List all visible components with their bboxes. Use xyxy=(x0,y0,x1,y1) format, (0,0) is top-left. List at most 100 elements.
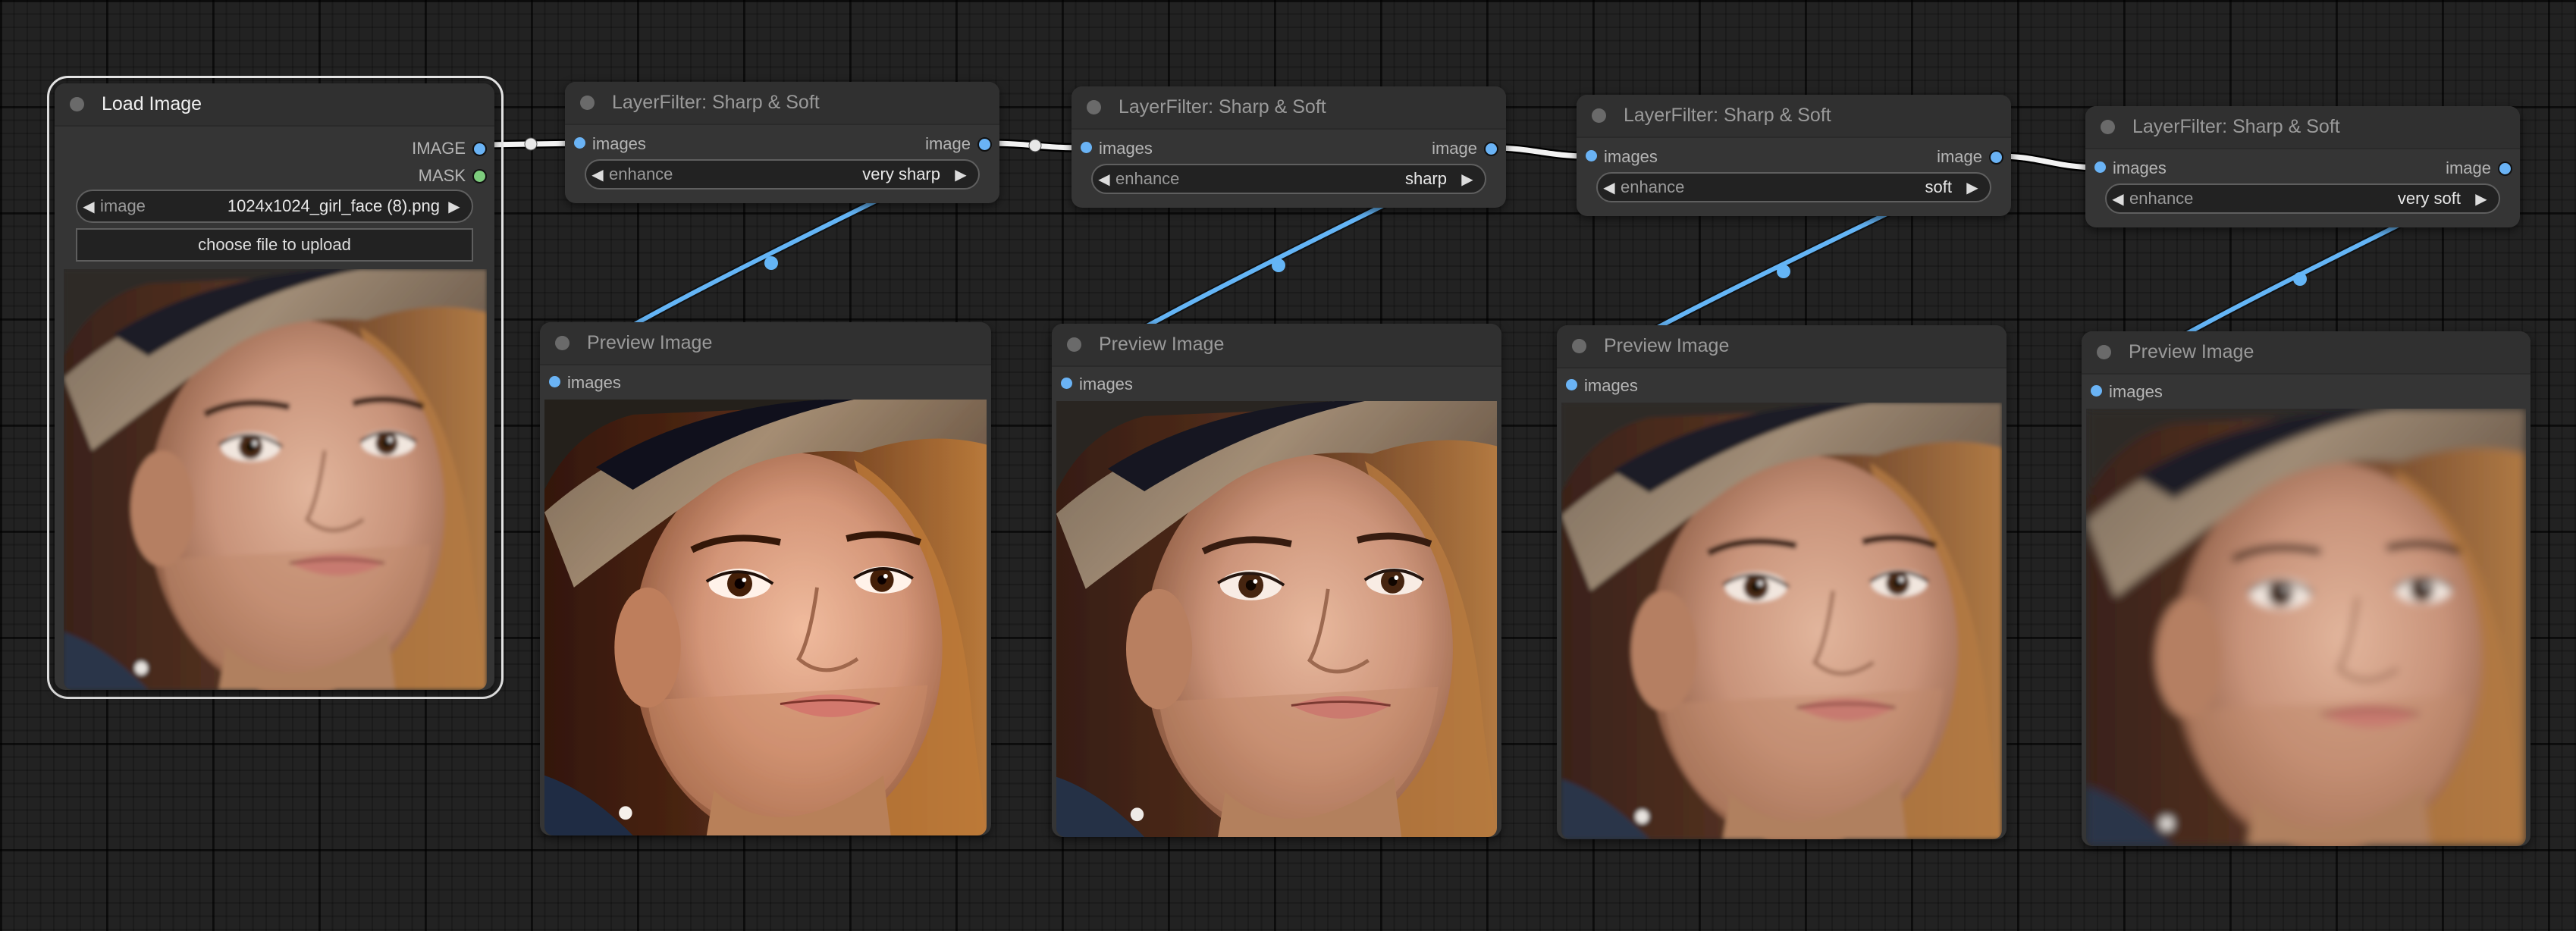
output-slot-image[interactable]: IMAGE xyxy=(55,136,494,161)
arrow-left-icon[interactable]: ◀ xyxy=(586,165,609,184)
enhance-combo[interactable]: ◀ enhance sharp ▶ xyxy=(1091,164,1486,194)
slot-row: images image xyxy=(1072,136,1506,161)
combo-value: soft xyxy=(1925,177,1952,196)
output-slot-mask[interactable]: MASK xyxy=(55,163,494,189)
collapse-dot-icon[interactable] xyxy=(555,336,569,350)
image-preview xyxy=(1056,401,1497,837)
image-preview xyxy=(1561,403,2002,839)
images-input-dot[interactable] xyxy=(1081,142,1092,153)
link-midpoint[interactable] xyxy=(1028,139,1042,152)
choose-file-button[interactable]: choose file to upload xyxy=(76,228,473,262)
image-output-dot[interactable] xyxy=(472,141,487,156)
enhance-combo[interactable]: ◀ enhance very soft ▶ xyxy=(2105,183,2500,214)
layer-filter-node-2[interactable]: LayerFilter: Sharp & Soft images image ◀… xyxy=(1072,86,1506,208)
image-preview xyxy=(64,269,487,690)
image-output-dot[interactable] xyxy=(2498,161,2512,176)
collapse-dot-icon[interactable] xyxy=(580,96,595,110)
images-input-dot[interactable] xyxy=(574,137,585,149)
slot-row: images image xyxy=(2085,155,2520,181)
images-input-dot[interactable] xyxy=(549,376,560,387)
node-title-bar[interactable]: Preview Image xyxy=(2082,331,2531,375)
images-input-dot[interactable] xyxy=(2091,385,2102,397)
node-title-bar[interactable]: Preview Image xyxy=(1052,324,1501,367)
link-midpoint[interactable] xyxy=(524,137,538,151)
arrow-left-icon[interactable]: ◀ xyxy=(1598,178,1621,197)
arrow-right-icon[interactable]: ▶ xyxy=(443,197,466,216)
collapse-dot-icon[interactable] xyxy=(1572,339,1586,353)
preview-image-node-3[interactable]: Preview Image images xyxy=(1557,325,2007,839)
arrow-right-icon[interactable]: ▶ xyxy=(949,165,972,184)
slot-row: images image xyxy=(565,131,999,157)
input-label: images xyxy=(1099,139,1153,158)
link-midpoint[interactable] xyxy=(1272,259,1285,272)
collapse-dot-icon[interactable] xyxy=(2101,120,2115,134)
input-label: images xyxy=(567,373,621,392)
mask-output-dot[interactable] xyxy=(472,168,487,183)
images-input-dot[interactable] xyxy=(1061,378,1072,389)
collapse-dot-icon[interactable] xyxy=(1592,108,1606,123)
preview-image-node-1[interactable]: Preview Image images xyxy=(540,322,991,835)
layer-filter-node-4[interactable]: LayerFilter: Sharp & Soft images image ◀… xyxy=(2085,106,2520,227)
input-label: images xyxy=(592,134,646,153)
node-title: Preview Image xyxy=(587,332,713,353)
preview-image-node-2[interactable]: Preview Image images xyxy=(1052,324,1501,837)
node-title-bar[interactable]: LayerFilter: Sharp & Soft xyxy=(2085,106,2520,149)
node-title-bar[interactable]: LayerFilter: Sharp & Soft xyxy=(1577,95,2011,138)
image-output-dot[interactable] xyxy=(1484,141,1498,156)
node-title: Preview Image xyxy=(1604,335,1730,356)
output-label: image xyxy=(1432,139,1477,158)
arrow-left-icon[interactable]: ◀ xyxy=(1093,170,1115,189)
node-title-bar[interactable]: LayerFilter: Sharp & Soft xyxy=(565,82,999,125)
node-title: LayerFilter: Sharp & Soft xyxy=(1624,105,1831,126)
link-midpoint[interactable] xyxy=(2293,272,2307,286)
link-midpoint[interactable] xyxy=(764,256,778,270)
image-output-dot[interactable] xyxy=(977,136,992,152)
image-select-combo[interactable]: ◀ image 1024x1024_girl_face (8).png ▶ xyxy=(76,190,473,223)
arrow-right-icon[interactable]: ▶ xyxy=(1961,178,1984,197)
arrow-left-icon[interactable]: ◀ xyxy=(77,197,100,216)
images-input-dot[interactable] xyxy=(1586,150,1597,161)
collapse-dot-icon[interactable] xyxy=(70,97,84,111)
output-label: MASK xyxy=(418,166,466,185)
input-label: images xyxy=(2113,158,2167,177)
link-midpoint[interactable] xyxy=(1777,265,1790,278)
node-title-bar[interactable]: LayerFilter: Sharp & Soft xyxy=(1072,86,1506,130)
image-output-dot[interactable] xyxy=(1989,149,2003,165)
node-title: LayerFilter: Sharp & Soft xyxy=(2132,116,2340,137)
load-image-node[interactable]: Load Image IMAGE MASK ◀ image 1024x1024_… xyxy=(55,83,494,690)
combo-value: very sharp xyxy=(862,165,940,183)
slot-row: images xyxy=(1052,371,1501,397)
slot-row: images xyxy=(540,370,991,396)
node-title-bar[interactable]: Load Image xyxy=(55,83,494,127)
arrow-right-icon[interactable]: ▶ xyxy=(2470,190,2493,208)
enhance-combo[interactable]: ◀ enhance very sharp ▶ xyxy=(585,159,980,190)
slot-row: images image xyxy=(1577,144,2011,170)
slot-row: images xyxy=(2082,379,2531,405)
input-label: images xyxy=(1079,375,1133,393)
collapse-dot-icon[interactable] xyxy=(2097,345,2111,359)
arrow-left-icon[interactable]: ◀ xyxy=(2107,190,2129,208)
image-preview xyxy=(2086,409,2526,846)
enhance-combo[interactable]: ◀ enhance soft ▶ xyxy=(1596,172,1991,202)
combo-label: enhance xyxy=(1621,177,1685,196)
layer-filter-node-3[interactable]: LayerFilter: Sharp & Soft images image ◀… xyxy=(1577,95,2011,216)
collapse-dot-icon[interactable] xyxy=(1087,100,1101,114)
combo-label: enhance xyxy=(2129,189,2194,208)
collapse-dot-icon[interactable] xyxy=(1067,337,1081,352)
combo-value: sharp xyxy=(1404,169,1447,188)
layer-filter-node-1[interactable]: LayerFilter: Sharp & Soft images image ◀… xyxy=(565,82,999,203)
node-title: Preview Image xyxy=(1099,334,1225,355)
node-title: Preview Image xyxy=(2129,341,2254,362)
preview-image-node-4[interactable]: Preview Image images xyxy=(2082,331,2531,846)
images-input-dot[interactable] xyxy=(1566,379,1577,390)
images-input-dot[interactable] xyxy=(2094,161,2106,173)
output-label: IMAGE xyxy=(412,139,466,158)
node-title-bar[interactable]: Preview Image xyxy=(540,322,991,365)
combo-label: enhance xyxy=(609,165,673,183)
arrow-right-icon[interactable]: ▶ xyxy=(1456,170,1479,189)
combo-value: very soft xyxy=(2397,189,2461,208)
combo-value: 1024x1024_girl_face (8).png xyxy=(227,196,440,215)
node-title-bar[interactable]: Preview Image xyxy=(1557,325,2007,368)
input-label: images xyxy=(1604,147,1658,166)
output-label: image xyxy=(1937,147,1982,166)
